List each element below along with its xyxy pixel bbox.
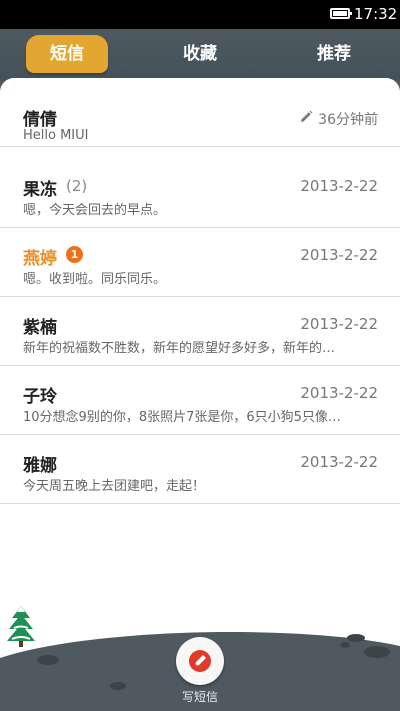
thread-date: 2013-2-22 bbox=[300, 315, 378, 333]
tree-icon bbox=[7, 606, 35, 647]
thread-date: 2013-2-22 bbox=[300, 384, 378, 402]
message-preview: 新年的祝福数不胜数，新年的愿望好多好多，新年的… bbox=[23, 341, 336, 356]
thread-row[interactable]: 子玲 2013-2-22 10分想念9别的你，8张照片7张是你，6只小狗5只像… bbox=[0, 366, 400, 435]
tab-favorites[interactable]: 收藏 bbox=[158, 29, 242, 79]
thread-row[interactable]: 果冻 (2) 2013-2-22 嗯，今天会回去的早点。 bbox=[0, 159, 400, 228]
contact-name: 倩倩 bbox=[23, 110, 57, 130]
thread-date: 2013-2-22 bbox=[300, 177, 378, 195]
tab-sms[interactable]: 短信 bbox=[26, 35, 108, 73]
compose-icon bbox=[189, 650, 211, 672]
contact-name: 燕婷 bbox=[23, 249, 57, 269]
thread-date: 2013-2-22 bbox=[300, 246, 378, 264]
message-preview: 今天周五晚上去团建吧，走起！ bbox=[23, 479, 206, 494]
message-count: (2) bbox=[66, 177, 88, 195]
compose-button[interactable] bbox=[176, 637, 224, 685]
thread-row[interactable]: 雅娜 2013-2-22 今天周五晚上去团建吧，走起！ bbox=[0, 435, 400, 504]
message-preview: 10分想念9别的你，8张照片7张是你，6只小狗5只像… bbox=[23, 410, 341, 425]
status-time: 17:32 bbox=[354, 5, 398, 23]
thread-row[interactable]: 燕婷 1 2013-2-22 嗯。收到啦。同乐同乐。 bbox=[0, 228, 400, 297]
thread-date: 2013-2-22 bbox=[300, 453, 378, 471]
message-list: 倩倩 36分钟前 Hello MIUI 果冻 (2) 2013-2-22 嗯，今… bbox=[0, 78, 400, 711]
contact-name: 子玲 bbox=[23, 387, 57, 407]
compose-label: 写短信 bbox=[181, 690, 218, 704]
thread-row[interactable]: 倩倩 36分钟前 Hello MIUI bbox=[0, 78, 400, 147]
status-bar: 17:32 bbox=[0, 0, 400, 29]
pencil-icon bbox=[301, 110, 313, 122]
contact-name: 果冻 bbox=[23, 180, 57, 200]
tab-recommend[interactable]: 推荐 bbox=[292, 29, 376, 79]
message-preview: 嗯，今天会回去的早点。 bbox=[23, 203, 167, 218]
message-preview: 嗯。收到啦。同乐同乐。 bbox=[23, 272, 167, 287]
message-preview: Hello MIUI bbox=[23, 128, 89, 143]
thread-time: 36分钟前 bbox=[318, 112, 378, 128]
thread-row[interactable]: 紫楠 2013-2-22 新年的祝福数不胜数，新年的愿望好多好多，新年的… bbox=[0, 297, 400, 366]
unread-badge: 1 bbox=[66, 246, 83, 263]
contact-name: 紫楠 bbox=[23, 318, 57, 338]
tab-bar: 短信 收藏 推荐 bbox=[0, 29, 400, 80]
contact-name: 雅娜 bbox=[23, 456, 57, 476]
battery-icon bbox=[330, 8, 352, 19]
